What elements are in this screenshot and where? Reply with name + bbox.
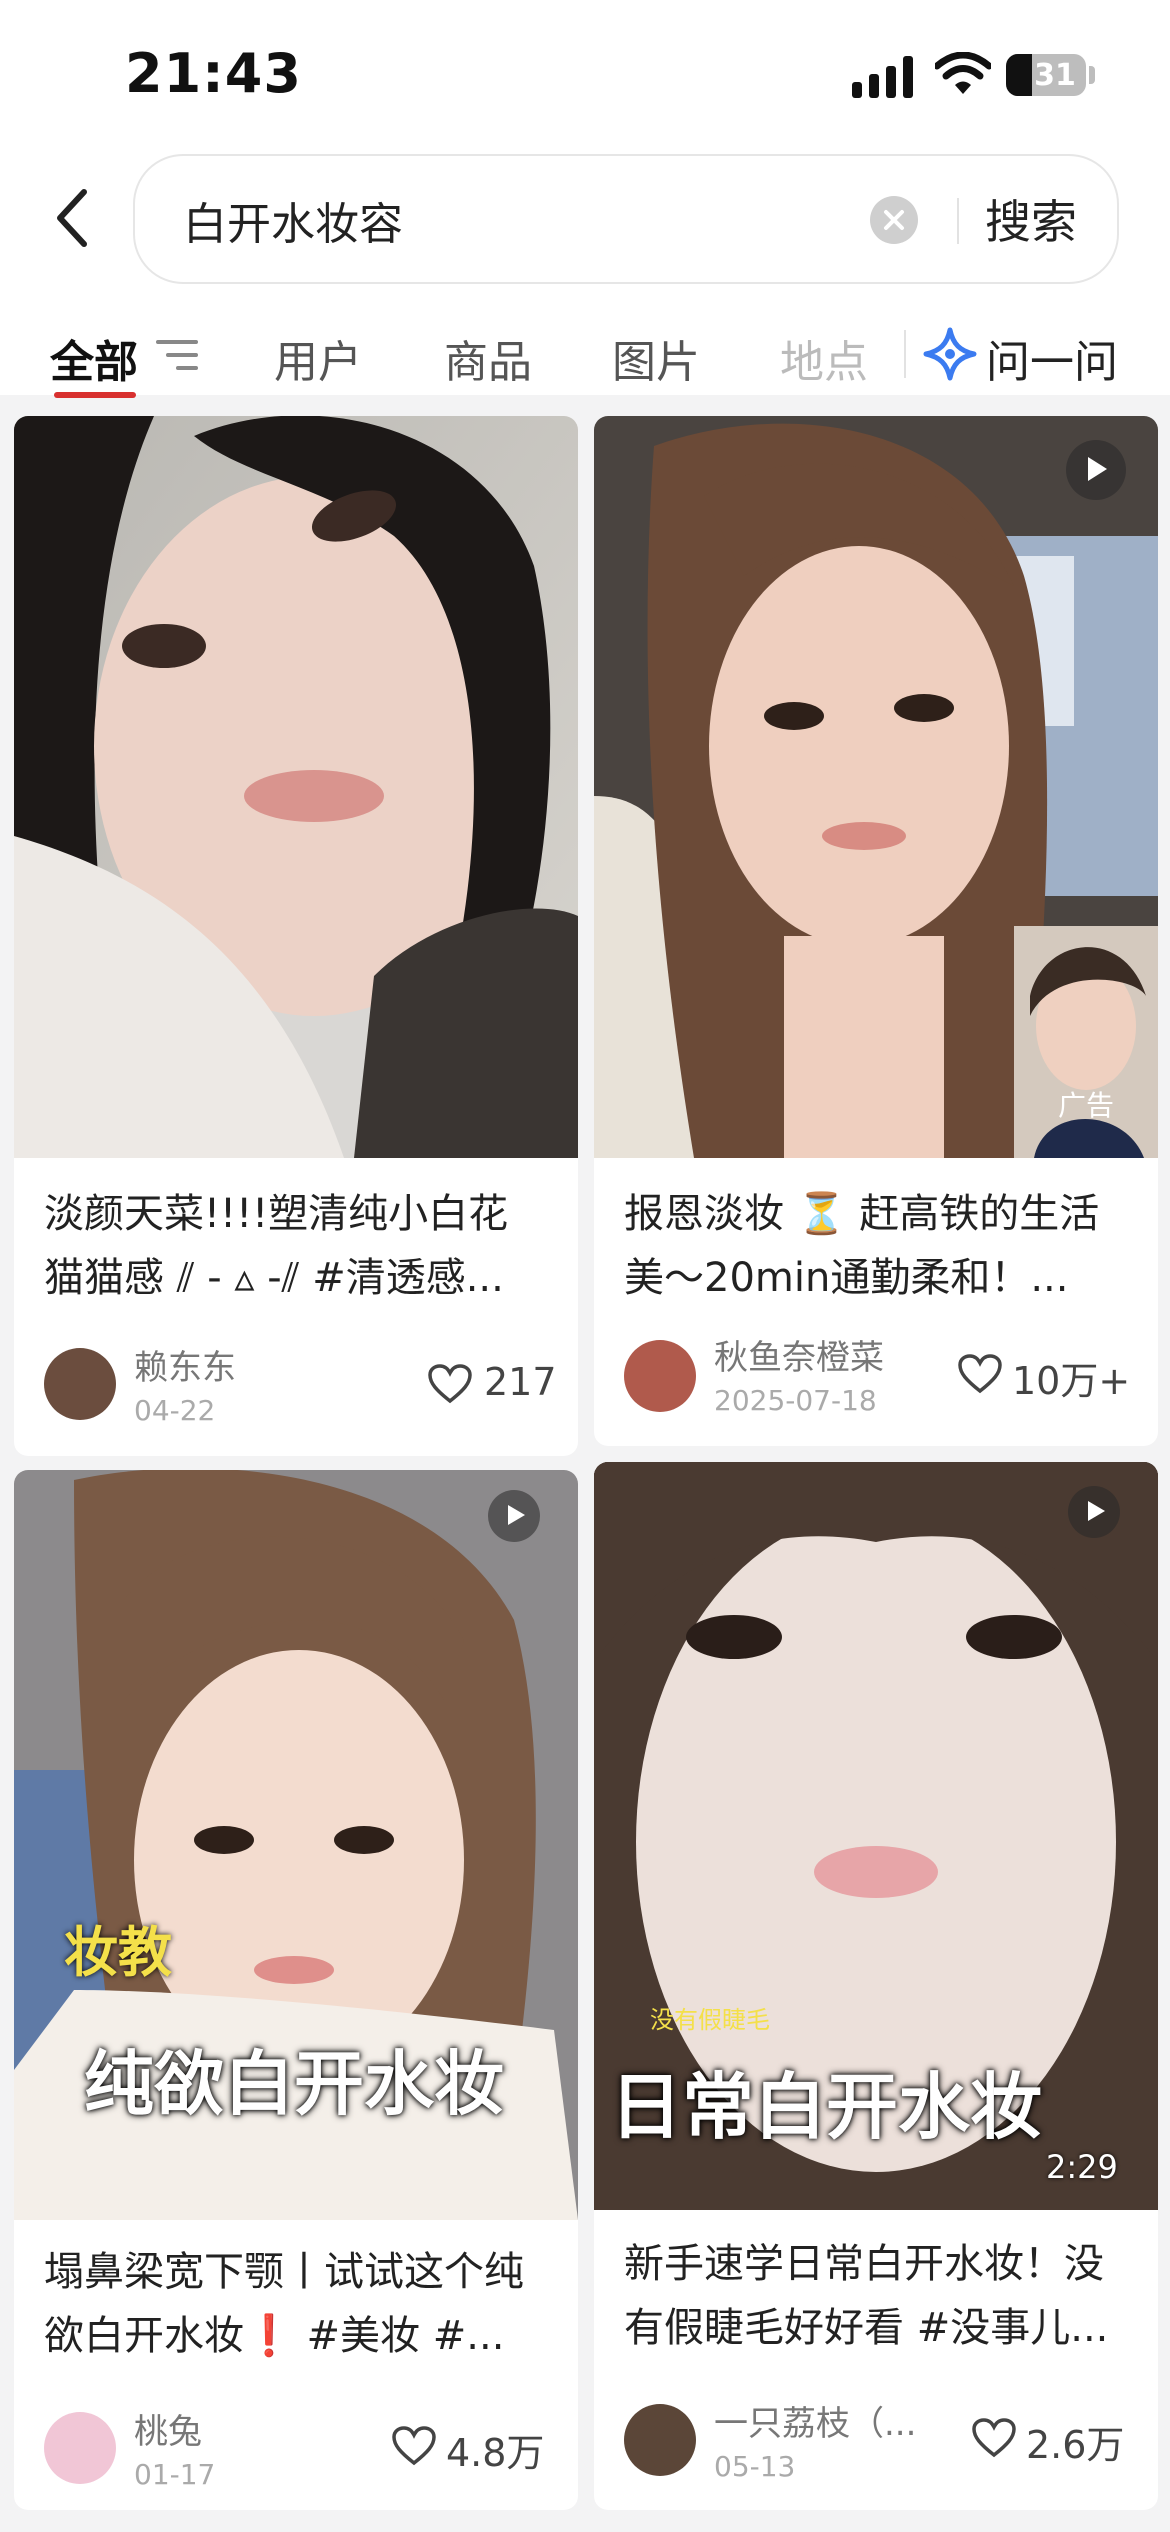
like-count: 10万+ — [1012, 1359, 1131, 1403]
author-name[interactable]: 桃兔 — [134, 2404, 202, 2453]
cover-image[interactable]: 广告 — [594, 416, 1158, 1158]
tab-users[interactable]: 用户 — [274, 326, 362, 390]
ask-button[interactable]: 问一问 — [986, 326, 1118, 390]
signal-icon — [852, 56, 914, 98]
status-time: 21:43 — [125, 42, 302, 105]
heart-icon[interactable] — [392, 2426, 436, 2466]
author-name[interactable]: 秋鱼奈橙菜 — [714, 1330, 884, 1379]
like-count: 4.8万 — [446, 2431, 545, 2475]
battery-tip — [1089, 66, 1095, 84]
note-title-cont: 有假睫毛好好看 #没事儿... — [624, 2305, 1109, 2351]
note-card[interactable]: 妆教 纯欲白开水妆 塌鼻梁宽下颚丨试试这个纯 欲白开水妆❗ #美妆 #... 桃… — [14, 1470, 578, 2510]
note-title: 新手速学日常白开水妆！没 — [624, 2241, 1104, 2287]
tab-products[interactable]: 商品 — [444, 326, 532, 390]
heart-icon[interactable] — [428, 1364, 472, 1404]
cover-image[interactable]: 没有假睫毛 日常白开水妆 2:29 — [594, 1462, 1158, 2210]
like-count: 2.6万 — [1026, 2423, 1125, 2467]
battery-level: 31 — [1034, 58, 1076, 93]
note-card[interactable]: 没有假睫毛 日常白开水妆 2:29 新手速学日常白开水妆！没 有假睫毛好好看 #… — [594, 1462, 1158, 2510]
ad-badge: 广告 — [1058, 1089, 1115, 1122]
search-button[interactable]: 搜索 — [985, 186, 1077, 252]
battery-icon: 31 — [1006, 54, 1086, 96]
avatar[interactable] — [44, 2412, 116, 2484]
post-date: 2025-07-18 — [714, 1384, 877, 1417]
post-date: 05-13 — [714, 2450, 796, 2483]
cover-overlay-small: 妆教 — [64, 1921, 172, 1984]
note-title-cont: 欲白开水妆❗ #美妆 #... — [44, 2313, 505, 2359]
wifi-icon — [933, 51, 993, 96]
filter-icon[interactable] — [156, 338, 198, 372]
video-duration: 2:29 — [1046, 2148, 1118, 2186]
heart-icon[interactable] — [958, 1354, 1002, 1394]
note-card[interactable]: 广告 报恩淡妆 ⏳ 赶高铁的生活 美～20min通勤柔和！... 秋鱼奈橙菜 2… — [594, 416, 1158, 1446]
video-play-icon — [488, 1490, 540, 1542]
cover-overlay-title: 日常白开水妆 — [610, 2065, 1043, 2149]
note-title: 淡颜天菜!!!!塑清纯小白花 — [44, 1191, 509, 1237]
post-date: 04-22 — [134, 1394, 216, 1427]
note-title: 报恩淡妆 ⏳ 赶高铁的生活 — [624, 1191, 1100, 1237]
note-card[interactable]: 淡颜天菜!!!!塑清纯小白花 猫猫感 ⫽ - ▵ -⫽ #清透感... 赖东东 … — [14, 416, 578, 1456]
tab-images[interactable]: 图片 — [612, 326, 700, 390]
tab-all[interactable]: 全部 — [50, 326, 138, 390]
note-title-cont: 猫猫感 ⫽ - ▵ -⫽ #清透感... — [44, 1255, 504, 1301]
search-divider — [957, 198, 959, 244]
avatar[interactable] — [624, 2404, 696, 2476]
clear-icon[interactable] — [870, 196, 918, 244]
cover-overlay-small: 没有假睫毛 — [650, 2006, 770, 2034]
author-name[interactable]: 赖东东 — [134, 1340, 236, 1389]
note-title-cont: 美～20min通勤柔和！... — [624, 1255, 1069, 1301]
back-button[interactable] — [50, 188, 94, 248]
author-name[interactable]: 一只荔枝（... — [714, 2396, 916, 2445]
cover-image[interactable] — [14, 416, 578, 1158]
heart-icon[interactable] — [972, 2418, 1016, 2458]
search-box[interactable]: 白开水妆容 搜索 — [133, 154, 1119, 284]
avatar[interactable] — [624, 1340, 696, 1412]
tab-places[interactable]: 地点 — [780, 326, 868, 390]
active-tab-indicator — [54, 392, 136, 398]
cover-overlay-title: 纯欲白开水妆 — [84, 2043, 504, 2125]
like-count: 217 — [484, 1360, 557, 1404]
sparkle-icon[interactable] — [922, 326, 978, 382]
top-bar: 21:43 31 白开水妆容 搜索 全部 用户 商品 图片 地点 问一问 — [0, 0, 1170, 398]
cover-image[interactable]: 妆教 纯欲白开水妆 — [14, 1470, 578, 2220]
avatar[interactable] — [44, 1348, 116, 1420]
video-play-icon — [1068, 1486, 1120, 1538]
post-date: 01-17 — [134, 2458, 216, 2491]
tab-separator — [904, 330, 906, 378]
search-input[interactable]: 白开水妆容 — [183, 188, 403, 252]
video-play-icon — [1066, 440, 1126, 500]
note-title: 塌鼻梁宽下颚丨试试这个纯 — [44, 2249, 524, 2295]
